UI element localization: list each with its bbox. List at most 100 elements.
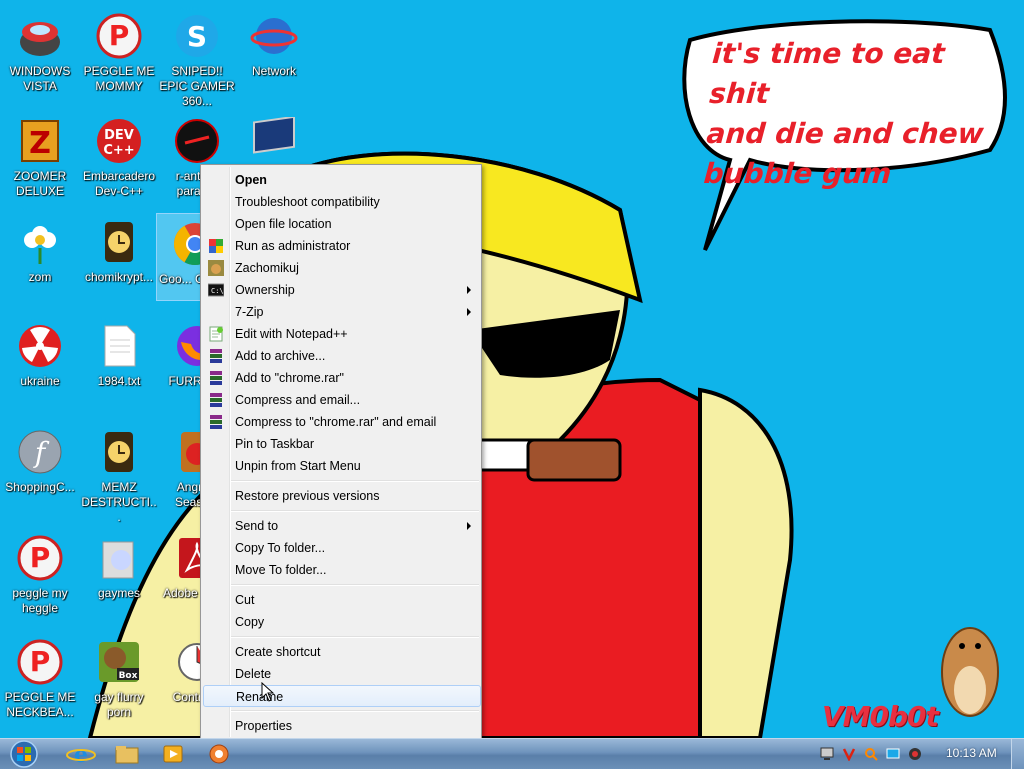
desktop-icon-zoomer-deluxe[interactable]: Z ZOOMER DELUXE xyxy=(2,111,74,203)
menu-item-copy-to-folder[interactable]: Copy To folder... xyxy=(203,537,479,559)
menu-item-label: Ownership xyxy=(235,283,295,297)
menu-item-label: Cut xyxy=(235,593,255,607)
monitor-icon xyxy=(253,117,295,154)
desktop-icon-ukraine[interactable]: ukraine xyxy=(2,316,74,408)
menu-separator xyxy=(231,510,479,512)
menu-item-restore-previous-versions[interactable]: Restore previous versions xyxy=(203,485,479,507)
speech-bubble-text: it's time to eat shit and die and chew b… xyxy=(702,34,1013,194)
icon-label: PEGGLE ME MOMMY xyxy=(83,64,155,93)
app-icon[interactable] xyxy=(202,741,236,767)
desktop-icon-sniped[interactable]: S SNIPED!! EPIC GAMER 360... xyxy=(159,6,235,108)
peggle-icon: P xyxy=(96,13,142,59)
winrar-icon xyxy=(210,349,222,363)
menu-item-delete[interactable]: Delete xyxy=(203,663,479,685)
desktop-icon-shoppingc[interactable]: f ShoppingC... xyxy=(2,422,75,514)
show-desktop-button[interactable] xyxy=(1011,739,1024,769)
beaver-box-icon: Box xyxy=(99,642,139,682)
display-tray-icon[interactable] xyxy=(886,747,900,761)
menu-item-create-shortcut[interactable]: Create shortcut xyxy=(203,641,479,663)
menu-item-compress-and-email[interactable]: Compress and email... xyxy=(203,389,479,411)
menu-item-open-file-location[interactable]: Open file location xyxy=(203,213,479,235)
media-player-icon[interactable] xyxy=(156,741,190,767)
svg-text:S: S xyxy=(187,20,207,53)
peggle-icon: P xyxy=(17,639,63,685)
speech-line: bubble gum xyxy=(702,157,893,190)
submenu-arrow-icon xyxy=(467,286,471,294)
menu-item-7zip[interactable]: 7-Zip xyxy=(203,301,479,323)
desktop-icon-gaymes[interactable]: gaymes xyxy=(81,528,153,620)
menu-item-label: 7-Zip xyxy=(235,305,264,319)
menu-item-add-to-archive[interactable]: Add to archive... xyxy=(203,345,479,367)
menu-item-move-to-folder[interactable]: Move To folder... xyxy=(203,559,479,581)
menu-item-open[interactable]: Open xyxy=(203,169,479,191)
desktop-icon-zom[interactable]: zom xyxy=(2,212,74,304)
antivirus-tray-icon[interactable] xyxy=(842,747,856,761)
menu-item-copy[interactable]: Copy xyxy=(203,611,479,633)
menu-item-label: Create shortcut xyxy=(235,645,321,659)
start-button-icon[interactable] xyxy=(4,740,44,768)
menu-item-label: Add to archive... xyxy=(235,349,326,363)
menu-item-pin-to-taskbar[interactable]: Pin to Taskbar xyxy=(203,433,479,455)
menu-item-rename[interactable]: Rename xyxy=(203,685,481,707)
desktop-icon-1984-txt[interactable]: 1984.txt xyxy=(81,316,153,408)
desktop-icon-windows-vista[interactable]: WINDOWS VISTA xyxy=(2,6,74,98)
menu-item-properties[interactable]: Properties xyxy=(203,715,479,737)
menu-separator xyxy=(231,584,479,586)
mouse-cursor-icon xyxy=(261,682,275,702)
menu-item-cut[interactable]: Cut xyxy=(203,589,479,611)
skype-icon: S xyxy=(176,15,218,57)
menu-item-send-to[interactable]: Send to xyxy=(203,515,479,537)
icon-label: ZOOMER DELUXE xyxy=(13,169,67,198)
desktop-icon-peggle-me-mommy[interactable]: P PEGGLE ME MOMMY xyxy=(81,6,154,98)
menu-item-label: Move To folder... xyxy=(235,563,327,577)
desktop-icon-chomikrypt[interactable]: chomikrypt... xyxy=(81,212,153,304)
menu-item-label: Compress to "chrome.rar" and email xyxy=(235,415,437,429)
flash-icon: f xyxy=(18,430,62,474)
icon-label: zom xyxy=(28,270,52,284)
desktop-icon-peggle-my-heggle[interactable]: P peggle my heggle xyxy=(2,528,74,620)
winrar-icon xyxy=(210,393,222,407)
menu-item-run-as-administrator[interactable]: Run as administrator xyxy=(203,235,479,257)
submenu-arrow-icon xyxy=(467,308,471,316)
menu-item-edit-with-notepadpp[interactable]: Edit with Notepad++ xyxy=(203,323,479,345)
desktop-icon-embarcadero-devcpp[interactable]: DEV C++ Embarcadero Dev-C++ xyxy=(81,111,155,203)
menu-item-add-to-chrome-rar[interactable]: Add to "chrome.rar" xyxy=(203,367,479,389)
svg-text:Box: Box xyxy=(119,671,138,681)
winrar-icon xyxy=(210,415,222,429)
clock-doc-icon xyxy=(105,432,133,472)
submenu-arrow-icon xyxy=(467,522,471,530)
taskbar: e xyxy=(0,738,1024,769)
shield-icon xyxy=(209,239,223,253)
menu-item-label: Compress and email... xyxy=(235,393,361,407)
taskbar-clock[interactable]: 10:13 AM xyxy=(946,746,997,760)
desktop-icon-gay-flurry-porn[interactable]: Box gay flurry porn xyxy=(81,632,153,724)
volume-tray-icon[interactable] xyxy=(908,747,922,761)
desktop[interactable]: it's time to eat shit and die and chew b… xyxy=(0,0,1024,738)
menu-item-label: Zachomikuj xyxy=(235,261,299,275)
desktop-icon-network[interactable]: Network xyxy=(236,6,308,98)
flower-icon xyxy=(24,226,56,264)
desktop-icon-peggle-me-neckbeard[interactable]: P PEGGLE ME NECKBEA... xyxy=(2,632,75,724)
menu-item-ownership[interactable]: C:\ Ownership xyxy=(203,279,479,301)
internet-explorer-icon[interactable]: e xyxy=(64,741,98,767)
icon-label: gaymes xyxy=(97,586,141,600)
speech-line: and die and chew xyxy=(705,117,985,150)
menu-item-troubleshoot-compatibility[interactable]: Troubleshoot compatibility xyxy=(203,191,479,213)
desktop-icon-memz[interactable]: MEMZ DESTRUCTI... xyxy=(81,422,157,524)
svg-text:e: e xyxy=(74,742,88,767)
explorer-folder-icon[interactable] xyxy=(110,741,144,767)
menu-item-compress-to-chrome-rar-and-email[interactable]: Compress to "chrome.rar" and email xyxy=(203,411,479,433)
icon-label: MEMZ DESTRUCTI... xyxy=(81,480,157,524)
icon-label: peggle my heggle xyxy=(12,586,68,615)
menu-item-unpin-from-start-menu[interactable]: Unpin from Start Menu xyxy=(203,455,479,477)
search-tray-icon[interactable] xyxy=(864,747,878,761)
menu-item-label: Open xyxy=(235,173,267,187)
vista-bowl-icon xyxy=(20,22,60,56)
context-menu: Open Troubleshoot compatibility Open fil… xyxy=(200,164,482,740)
devcpp-icon: DEVC++ xyxy=(97,119,141,163)
watermark-text: VM0b0t xyxy=(822,700,939,733)
notepadpp-icon xyxy=(209,326,223,342)
icon-label: chomikrypt... xyxy=(84,270,153,284)
network-tray-icon[interactable] xyxy=(820,747,834,761)
menu-item-zachomikuj[interactable]: Zachomikuj xyxy=(203,257,479,279)
